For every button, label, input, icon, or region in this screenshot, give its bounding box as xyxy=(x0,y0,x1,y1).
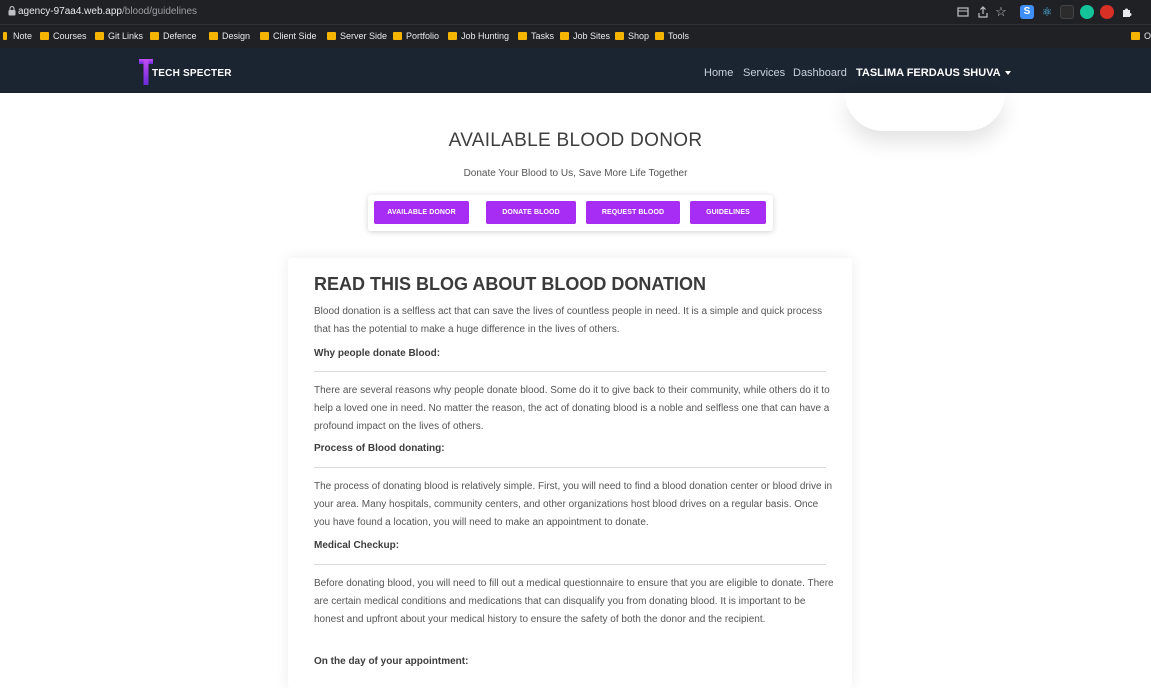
folder-icon xyxy=(3,32,7,40)
tab-search-icon[interactable] xyxy=(956,5,970,19)
user-menu-toggle[interactable]: TASLIMA FERDAUS SHUVA xyxy=(856,67,1011,79)
folder-icon xyxy=(327,32,336,40)
bookmark-label: O xyxy=(1144,31,1151,41)
extension-grammarly-icon[interactable] xyxy=(1080,5,1094,19)
bookmark-tools[interactable]: Tools xyxy=(655,31,689,41)
nav-services-link[interactable]: Services xyxy=(743,67,785,79)
bookmark-label: Shop xyxy=(628,31,650,41)
bookmark-git-links[interactable]: Git Links xyxy=(95,31,143,41)
donate-blood-button[interactable]: DONATE BLOOD xyxy=(486,201,576,224)
blog-title: READ THIS BLOG ABOUT BLOOD DONATION xyxy=(314,274,706,294)
folder-icon xyxy=(393,32,402,40)
url-host: agency-97aa4.web.app xyxy=(18,6,122,17)
bookmark-label: Defence xyxy=(163,31,197,41)
bookmark-star-icon[interactable]: ☆ xyxy=(994,5,1008,19)
folder-icon xyxy=(1131,32,1140,40)
bookmark-job-sites[interactable]: Job Sites xyxy=(560,31,610,41)
nav-home-link[interactable]: Home xyxy=(704,67,733,79)
section-body-medical-checkup: Before donating blood, you will need to … xyxy=(314,578,834,625)
browser-address-bar: agency-97aa4.web.app/blood/guidelines ☆ … xyxy=(0,0,1151,24)
bookmark-label: Server Side xyxy=(340,31,388,41)
brand-name: TECH SPECTER xyxy=(152,68,232,79)
guidelines-button[interactable]: GUIDELINES xyxy=(690,201,766,224)
logo-t-icon xyxy=(139,59,153,85)
section-divider xyxy=(314,371,826,372)
bookmark-defence[interactable]: Defence xyxy=(150,31,197,41)
extension-react-icon[interactable]: ⚛ xyxy=(1040,5,1054,19)
bookmark-label: Portfolio xyxy=(406,31,440,41)
bookmark-tasks[interactable]: Tasks xyxy=(518,31,554,41)
extension-m-icon[interactable] xyxy=(1060,5,1074,19)
bookmark-design[interactable]: Design xyxy=(209,31,250,41)
extension-red-icon[interactable] xyxy=(1100,5,1114,19)
request-blood-button[interactable]: REQUEST BLOOD xyxy=(586,201,680,224)
bookmark-client-side[interactable]: Client Side xyxy=(260,31,317,41)
section-body-why-donate: There are several reasons why people don… xyxy=(314,385,830,432)
blog-intro: Blood donation is a selfless act that ca… xyxy=(314,306,823,335)
section-divider xyxy=(314,467,826,468)
folder-icon xyxy=(655,32,664,40)
folder-icon xyxy=(518,32,527,40)
user-name: TASLIMA FERDAUS SHUVA xyxy=(856,67,1001,79)
bookmark-label: Git Links xyxy=(108,31,144,41)
brand-logo[interactable]: TECH SPECTER xyxy=(139,57,232,89)
bookmark-label: Job Sites xyxy=(573,31,611,41)
bookmark-portfolio[interactable]: Portfolio xyxy=(393,31,439,41)
bookmark-courses[interactable]: Courses xyxy=(40,31,87,41)
share-icon[interactable] xyxy=(976,5,990,19)
page-subtitle: Donate Your Blood to Us, Save More Life … xyxy=(463,168,688,179)
bookmark-label: Client Side xyxy=(273,31,317,41)
section-heading-why-donate: Why people donate Blood: xyxy=(314,348,441,359)
folder-icon xyxy=(150,32,159,40)
page-title: AVAILABLE BLOOD DONOR xyxy=(448,130,703,151)
bookmark-label: Design xyxy=(222,31,251,41)
section-divider xyxy=(314,564,826,565)
bookmark-label: Tools xyxy=(668,31,690,41)
extension-s-icon[interactable]: S xyxy=(1020,5,1034,19)
bookmark-note[interactable]: Note xyxy=(3,31,32,41)
section-body-process: The process of donating blood is relativ… xyxy=(314,481,833,528)
folder-icon xyxy=(40,32,49,40)
action-button-group: AVAILABLE DONOR DONATE BLOOD REQUEST BLO… xyxy=(368,195,773,231)
section-heading-medical-checkup: Medical Checkup: xyxy=(314,540,400,551)
lock-icon xyxy=(8,6,16,16)
caret-down-icon xyxy=(1004,71,1011,76)
extensions-puzzle-icon[interactable] xyxy=(1120,5,1134,19)
folder-icon xyxy=(448,32,457,40)
bookmark-job-hunting[interactable]: Job Hunting xyxy=(448,31,509,41)
section-heading-process: Process of Blood donating: xyxy=(314,443,445,454)
nav-dashboard-link[interactable]: Dashboard xyxy=(793,67,847,79)
folder-icon xyxy=(95,32,104,40)
available-donor-button[interactable]: AVAILABLE DONOR xyxy=(374,201,469,224)
bookmark-label: Job Hunting xyxy=(461,31,510,41)
folder-icon xyxy=(615,32,624,40)
url-field[interactable]: agency-97aa4.web.app/blood/guidelines xyxy=(18,6,197,17)
bookmark-other[interactable]: O xyxy=(1131,31,1151,41)
user-menu-shadow xyxy=(845,93,1005,131)
bookmark-shop[interactable]: Shop xyxy=(615,31,649,41)
folder-icon xyxy=(560,32,569,40)
folder-icon xyxy=(260,32,269,40)
bookmarks-bar: Note Courses Git Links Defence Design Cl… xyxy=(0,24,1151,49)
url-path: /blood/guidelines xyxy=(121,6,198,17)
folder-icon xyxy=(209,32,218,40)
section-heading-appointment-day: On the day of your appointment: xyxy=(314,656,469,667)
bookmark-server-side[interactable]: Server Side xyxy=(327,31,387,41)
bookmark-label: Tasks xyxy=(531,31,555,41)
bookmark-label: Note xyxy=(13,31,33,41)
bookmark-label: Courses xyxy=(53,31,87,41)
